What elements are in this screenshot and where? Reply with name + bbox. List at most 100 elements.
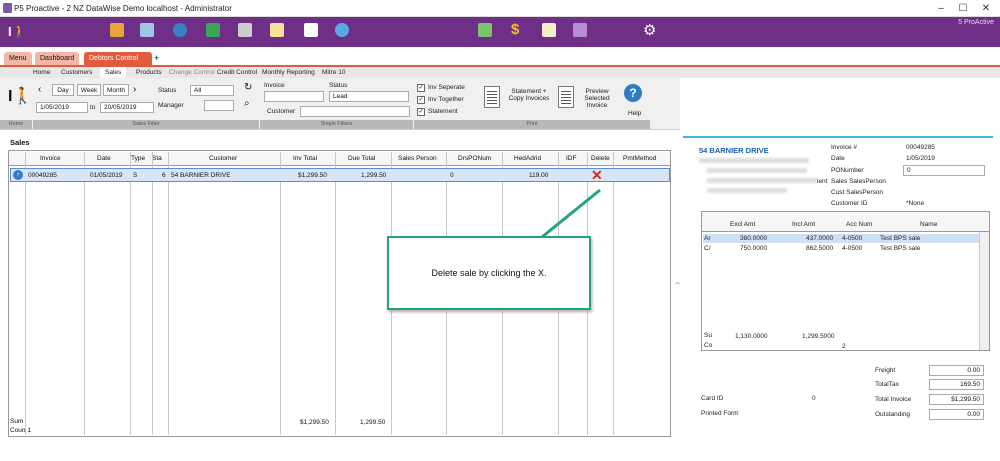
web-icon[interactable] — [335, 23, 349, 37]
date-from-input[interactable]: 1/05/2019 — [36, 102, 88, 113]
totaltax-label: TotalTax — [875, 381, 899, 388]
cust-salesperson-label: Cust SalesPerson — [831, 189, 884, 196]
col-sales-person[interactable]: Sales Person — [398, 155, 437, 162]
customer-filter-input[interactable] — [300, 106, 410, 117]
count-tag: Co — [704, 342, 713, 349]
row-expand-icon[interactable]: › — [13, 170, 23, 180]
subnav-credit-control[interactable]: Credit Control — [217, 69, 257, 76]
col-acc-num[interactable]: Acc Num — [846, 221, 872, 228]
invoice-filter-label: Invoice — [264, 82, 285, 89]
inv-seperate-label: Inv Seperate — [428, 84, 465, 91]
calculator-icon[interactable] — [238, 23, 252, 37]
col-pmtmethod[interactable]: PmtMethod — [623, 155, 656, 162]
search-icon[interactable]: ⌕ — [244, 98, 250, 109]
subnav-change-control[interactable]: Change Control — [169, 69, 215, 76]
refresh-icon[interactable]: ↻ — [244, 82, 252, 93]
dollar-icon[interactable]: $ — [511, 21, 519, 38]
table-row[interactable]: › 00049285 01/05/2019 S 6 54 BARNIER DRI… — [10, 167, 670, 184]
col-drsponum[interactable]: DrsPONum — [458, 155, 491, 162]
tree-icon[interactable] — [206, 23, 220, 37]
ponumber-input[interactable]: 0 — [903, 165, 985, 176]
col-sta[interactable]: Sta — [152, 155, 162, 162]
invoice-number-value: 00049285 — [906, 144, 935, 151]
invoice-lines-grid: Excl Amt Incl Amt Acc Num Name Ar 380.00… — [701, 211, 990, 351]
cell-sta: 6 — [162, 172, 166, 179]
delete-icon[interactable]: ✕ — [591, 167, 603, 184]
preview-invoice-button[interactable]: Preview Selected Invoice — [578, 88, 616, 109]
status-select[interactable]: All — [190, 85, 234, 96]
callout-box: Delete sale by clicking the X. — [387, 236, 591, 310]
freight-label: Freight — [875, 367, 896, 374]
globe-icon[interactable] — [173, 23, 187, 37]
to-label: to — [90, 104, 96, 111]
walking-man-icon[interactable]: I🚶 — [8, 24, 28, 40]
document-icon[interactable] — [304, 23, 318, 37]
next-arrow-icon[interactable]: › — [133, 84, 136, 95]
col-hedadrid[interactable]: HedAdrid — [514, 155, 541, 162]
col-incl-amt[interactable]: Incl Amt — [792, 221, 815, 228]
tab-add[interactable]: + — [149, 52, 164, 65]
date-to-input[interactable]: 20/05/2019 — [100, 102, 154, 113]
subnav-customers[interactable]: Customers — [61, 69, 92, 76]
note-icon[interactable] — [270, 23, 284, 37]
tools-icon[interactable] — [478, 23, 492, 37]
maximize-button[interactable]: ☐ — [952, 1, 974, 16]
gear-icon[interactable]: ⚙ — [643, 21, 656, 39]
col-excl-amt[interactable]: Excl Amt — [730, 221, 755, 228]
tab-dashboard[interactable]: Dashboard — [35, 52, 80, 65]
close-window-button[interactable]: ✕ — [975, 1, 997, 16]
manager-select[interactable] — [204, 100, 234, 111]
col-delete[interactable]: Delete — [591, 155, 610, 162]
subnav-mitre-10[interactable]: Mitre 10 — [322, 69, 345, 76]
help-label[interactable]: Help — [628, 110, 641, 117]
prev-arrow-icon[interactable]: ‹ — [38, 84, 41, 95]
subnav-sales[interactable]: Sales — [100, 67, 127, 78]
week-button[interactable]: Week — [77, 84, 101, 96]
totaltax-value[interactable]: 169.50 — [929, 379, 984, 390]
customer-id-label: Customer ID — [831, 200, 868, 207]
col-idf[interactable]: IDF — [566, 155, 576, 162]
statement-copy-button[interactable]: Statement + Copy Invoices — [506, 88, 552, 102]
col-due-total[interactable]: Due Total — [348, 155, 375, 162]
col-inv-total[interactable]: Inv Total — [293, 155, 317, 162]
status2-select[interactable]: Lead — [329, 91, 409, 102]
people-icon[interactable] — [110, 23, 124, 37]
subnav-monthly-reporting[interactable]: Monthly Reporting — [262, 69, 315, 76]
customer-filter-label: Customer — [267, 108, 296, 115]
ient-text: ient — [817, 178, 828, 185]
chart-icon[interactable] — [140, 23, 154, 37]
invoice-filter-input[interactable] — [264, 91, 324, 102]
tab-menu[interactable]: Menu — [4, 52, 32, 65]
statement-icon[interactable] — [484, 86, 500, 108]
tab-debtors-control[interactable]: Debtors Control — [84, 52, 153, 65]
outstanding-label: Outstanding — [875, 411, 911, 418]
lines-scrollbar[interactable] — [979, 232, 989, 350]
subnav-products[interactable]: Products — [136, 69, 162, 76]
sum-due-total: 1,299.50 — [360, 419, 386, 426]
window-title: P5 Proactive - 2 NZ DataWise Demo localh… — [14, 4, 232, 13]
total-invoice-value[interactable]: $1,299.50 — [929, 394, 984, 405]
col-type[interactable]: Type — [131, 155, 145, 162]
sales-grid-header: Invoice Date Type Sta Customer Inv Total… — [9, 152, 670, 166]
statement-checkbox[interactable]: ✓ — [417, 108, 425, 116]
detail-customer-title: 54 BARNIER DRIVE — [699, 146, 769, 155]
month-button[interactable]: Month — [103, 84, 129, 96]
help-icon[interactable]: ? — [624, 84, 642, 102]
walking-man-icon[interactable]: I🚶 — [8, 86, 32, 106]
col-date[interactable]: Date — [97, 155, 111, 162]
col-name[interactable]: Name — [920, 221, 937, 228]
inv-seperate-checkbox[interactable]: ✓ — [417, 84, 425, 92]
inv-together-checkbox[interactable]: ✓ — [417, 96, 425, 104]
ledger-icon[interactable] — [542, 23, 556, 37]
outstanding-value[interactable]: 0.00 — [929, 409, 984, 420]
col-invoice[interactable]: Invoice — [40, 155, 61, 162]
subnav-home[interactable]: Home — [33, 69, 50, 76]
col-customer[interactable]: Customer — [209, 155, 237, 162]
report-icon[interactable] — [573, 23, 587, 37]
freight-value[interactable]: 0.00 — [929, 365, 984, 376]
card-id-label: Card ID — [701, 395, 724, 402]
preview-icon[interactable] — [558, 86, 574, 108]
minimize-button[interactable]: – — [930, 1, 952, 16]
day-button[interactable]: Day — [52, 84, 74, 96]
splitter-handle[interactable]: ⇔ — [674, 280, 681, 290]
